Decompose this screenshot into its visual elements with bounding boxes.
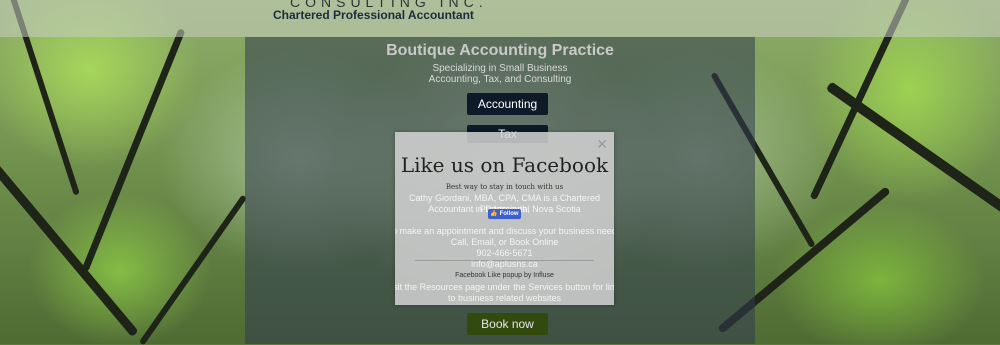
popup-title: Like us on Facebook [400,153,609,177]
close-icon[interactable]: ✕ [596,136,608,153]
bg-text-line: Call, Email, or Book Online [450,237,559,247]
bg-text-line: to business related websites [447,293,562,303]
popup-subtitle: Best way to stay in touch with us [445,183,564,191]
powered-link[interactable]: Facebook Like popup [455,272,522,279]
bg-phone: 902-466-5671 [476,248,533,258]
powered-by-text: by Influse [523,272,554,279]
bg-text-line: To make an appointment and discuss your … [395,226,614,236]
facebook-popup: ✕ Like us on Facebook Best way to stay i… [395,132,614,305]
thumbs-up-icon: 👍 [490,211,498,217]
follow-label: Follow [499,211,519,217]
powered-by: Facebook Like popup by Influse [395,272,614,279]
bg-email: info@aplusns.ca [471,259,538,269]
facebook-follow-button[interactable]: 👍 Follow [488,209,521,219]
bg-text-line: Visit the Resources page under the Servi… [395,282,614,292]
